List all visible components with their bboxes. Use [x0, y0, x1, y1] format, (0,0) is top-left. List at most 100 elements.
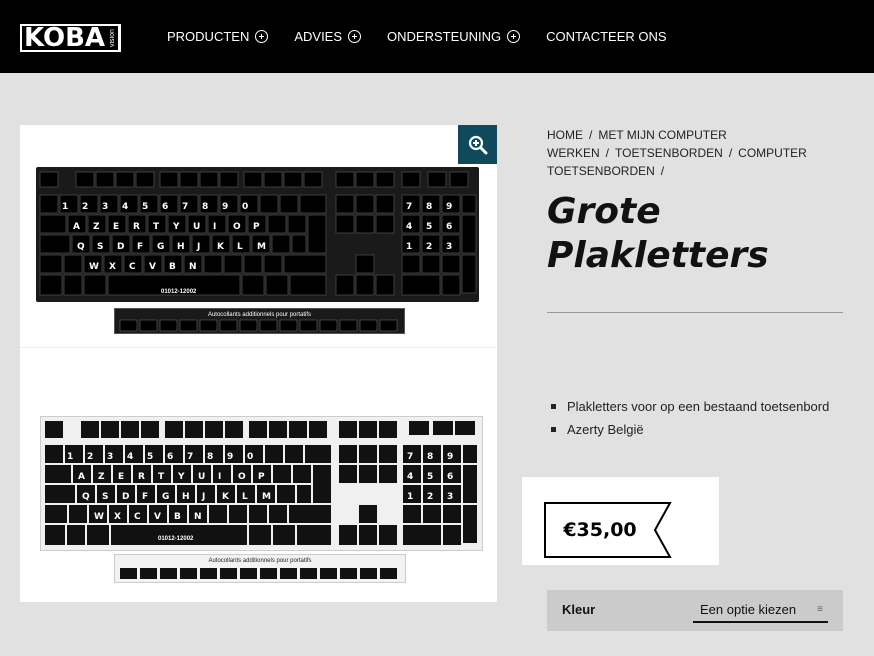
- svg-text:T: T: [153, 222, 160, 232]
- feature-item: Plakletters voor op een bestaand toetsen…: [551, 395, 831, 418]
- svg-text:8: 8: [202, 202, 208, 212]
- svg-text:1: 1: [406, 242, 412, 252]
- svg-text:6: 6: [447, 472, 453, 482]
- svg-text:N: N: [194, 512, 202, 522]
- svg-text:U: U: [198, 472, 205, 482]
- svg-text:9: 9: [447, 452, 453, 462]
- breadcrumb-separator: /: [605, 146, 610, 160]
- plus-circle-icon[interactable]: [255, 30, 269, 43]
- laptop-sticker-strip-dark: Autocollants additionnels pour portatifs: [114, 308, 405, 334]
- svg-text:8: 8: [427, 452, 433, 462]
- svg-text:C: C: [134, 512, 141, 522]
- strip-caption: Autocollants additionnels pour portatifs: [208, 558, 312, 564]
- svg-text:3: 3: [447, 492, 453, 502]
- zoom-button[interactable]: [458, 125, 497, 164]
- svg-text:4: 4: [406, 222, 412, 232]
- svg-text:M: M: [257, 242, 266, 252]
- product-code: 01012-12002: [161, 289, 197, 295]
- svg-text:A: A: [73, 222, 80, 232]
- svg-text:X: X: [114, 512, 121, 522]
- nav-item-label: CONTACTEER ONS: [546, 29, 667, 44]
- svg-text:F: F: [142, 492, 148, 502]
- svg-text:W: W: [89, 262, 99, 272]
- svg-text:D: D: [117, 242, 124, 252]
- svg-text:2: 2: [427, 492, 433, 502]
- svg-text:F: F: [137, 242, 143, 252]
- strip-caption: Autocollants additionnels pour portatifs: [207, 312, 312, 318]
- svg-text:7: 7: [407, 452, 413, 462]
- breadcrumb-separator: /: [589, 128, 593, 142]
- svg-text:H: H: [177, 242, 185, 252]
- svg-text:9: 9: [222, 202, 228, 212]
- breadcrumb: HOME / MET MIJN COMPUTER WERKEN / TOETSENBOR…: [547, 126, 807, 180]
- svg-text:4: 4: [127, 452, 133, 462]
- nav-item-advies[interactable]: ADVIES: [294, 29, 362, 44]
- product-title-line1: Grote: [547, 191, 661, 232]
- svg-text:8: 8: [426, 202, 432, 212]
- svg-text:J: J: [196, 242, 200, 252]
- plus-circle-icon[interactable]: [348, 30, 362, 43]
- product-code: 01012-12002: [158, 536, 194, 542]
- laptop-sticker-strip-light: Autocollants additionnels pour portatifs: [114, 554, 406, 583]
- svg-text:4: 4: [407, 472, 413, 482]
- keyboard-dark-graphic: 1234567890 AZERTYUIOP QSDFGHJKLM WXCVBN …: [39, 171, 477, 296]
- svg-text:8: 8: [207, 452, 213, 462]
- svg-text:K: K: [222, 492, 230, 502]
- svg-text:3: 3: [107, 452, 113, 462]
- svg-text:2: 2: [87, 452, 93, 462]
- svg-text:2: 2: [426, 242, 432, 252]
- image-divider: [20, 347, 497, 348]
- site-logo[interactable]: KOBA vision: [20, 23, 122, 53]
- svg-text:6: 6: [446, 222, 452, 232]
- plus-circle-icon[interactable]: [507, 30, 521, 43]
- svg-text:9: 9: [227, 452, 233, 462]
- price-panel: €35,00: [522, 477, 719, 565]
- svg-text:S: S: [97, 242, 103, 252]
- svg-text:3: 3: [446, 242, 452, 252]
- site-header: KOBA vision PRODUCTEN ADVIES ONDERSTEUNI…: [0, 0, 874, 73]
- svg-text:I: I: [218, 472, 221, 482]
- nav-item-contacteer-ons[interactable]: CONTACTEER ONS: [546, 29, 666, 44]
- svg-text:A: A: [78, 472, 85, 482]
- variation-label: Kleur: [562, 602, 596, 617]
- color-select-value: Een optie kiezen: [700, 602, 797, 617]
- nav-item-label: ONDERSTEUNING: [387, 29, 502, 44]
- svg-text:Y: Y: [172, 222, 180, 232]
- product-title-line2: Plakletters: [547, 235, 769, 276]
- breadcrumb-home[interactable]: HOME: [547, 128, 583, 142]
- feature-item: Azerty België: [551, 418, 831, 441]
- nav-item-ondersteuning[interactable]: ONDERSTEUNING: [387, 29, 521, 44]
- select-menu-icon: ≡: [817, 604, 823, 615]
- svg-text:Y: Y: [177, 472, 185, 482]
- svg-text:7: 7: [182, 202, 188, 212]
- keyboard-sticker-image-dark[interactable]: 1234567890 AZERTYUIOP QSDFGHJKLM WXCVBN …: [36, 167, 479, 302]
- svg-text:1: 1: [67, 452, 73, 462]
- breadcrumb-separator: /: [660, 164, 665, 178]
- product-gallery: 1234567890 AZERTYUIOP QSDFGHJKLM WXCVBN …: [20, 125, 497, 602]
- svg-text:B: B: [174, 512, 181, 522]
- svg-text:Z: Z: [98, 472, 105, 482]
- svg-text:D: D: [122, 492, 129, 502]
- svg-text:7: 7: [406, 202, 412, 212]
- svg-text:I: I: [213, 222, 216, 232]
- keyboard-sticker-image-light[interactable]: 1234567890 AZERTYUIOP QSDFGHJKLM WXCVBN …: [40, 416, 483, 551]
- svg-text:R: R: [138, 472, 145, 482]
- svg-text:5: 5: [427, 472, 433, 482]
- svg-text:X: X: [109, 262, 116, 272]
- svg-text:L: L: [237, 242, 243, 252]
- svg-text:E: E: [113, 222, 119, 232]
- product-title: Grote Plakletters: [547, 190, 847, 278]
- breadcrumb-toetsenborden[interactable]: TOETSENBORDEN: [615, 146, 723, 160]
- svg-text:5: 5: [147, 452, 153, 462]
- svg-text:6: 6: [162, 202, 168, 212]
- svg-text:Q: Q: [82, 492, 90, 502]
- nav-item-label: PRODUCTEN: [167, 29, 250, 44]
- svg-text:S: S: [102, 492, 108, 502]
- nav-item-producten[interactable]: PRODUCTEN: [167, 29, 269, 44]
- svg-text:T: T: [158, 472, 165, 482]
- logo-text: KOBA: [24, 23, 106, 53]
- svg-text:0: 0: [242, 202, 248, 212]
- color-select[interactable]: Een optie kiezen ≡: [693, 599, 828, 623]
- svg-text:6: 6: [167, 452, 173, 462]
- svg-text:R: R: [133, 222, 140, 232]
